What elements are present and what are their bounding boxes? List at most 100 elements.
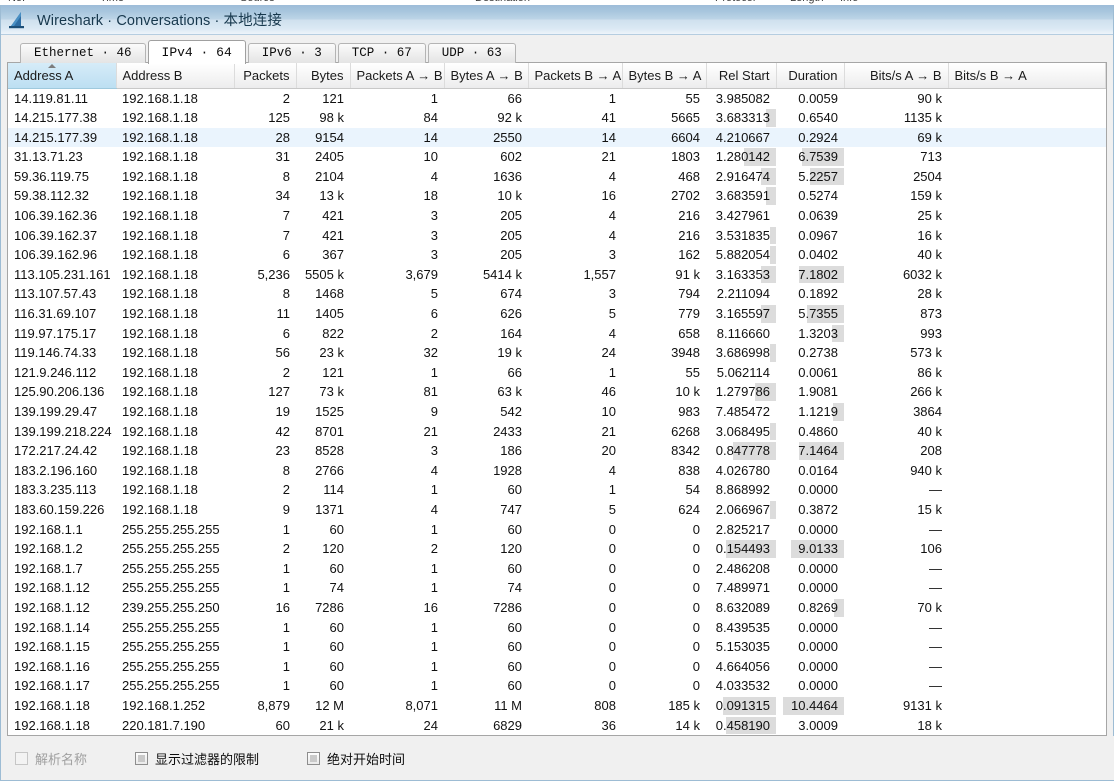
table-row[interactable]: 106.39.162.96192.168.1.186367320531625.8…: [8, 245, 1106, 265]
column-header-rel-start[interactable]: Rel Start: [706, 63, 776, 88]
table-row[interactable]: 192.168.1.12255.255.255.255174174007.489…: [8, 578, 1106, 598]
table-row[interactable]: 192.168.1.15255.255.255.255160160005.153…: [8, 637, 1106, 657]
column-header-bits-s-a-b[interactable]: Bits/s A → B: [844, 63, 948, 88]
conversations-table-container[interactable]: Address A Address B Packets Bytes Packet…: [7, 62, 1107, 736]
checkbox-limit-to-display-filter[interactable]: 显示过滤器的限制: [135, 749, 259, 768]
cell-rel-value: 4.033532: [716, 678, 770, 693]
table-row[interactable]: 192.168.1.17255.255.255.255160160004.033…: [8, 676, 1106, 696]
cell-bpsba: [948, 657, 1106, 677]
tab-ipv4[interactable]: IPv4 · 64: [148, 40, 246, 64]
table-row[interactable]: 121.9.246.112192.168.1.1821211661555.062…: [8, 363, 1106, 383]
column-header-duration[interactable]: Duration: [776, 63, 844, 88]
table-row[interactable]: 119.146.74.33192.168.1.185623 k3219 k243…: [8, 343, 1106, 363]
table-row[interactable]: 14.215.177.39192.168.1.18289154142550146…: [8, 128, 1106, 148]
table-row[interactable]: 192.168.1.18192.168.1.2528,87912 M8,0711…: [8, 696, 1106, 716]
column-header-bytes-a-b[interactable]: Bytes A → B: [444, 63, 528, 88]
dialog-title-bar: Wireshark · Conversations · 本地连接: [1, 5, 1113, 35]
table-row[interactable]: 14.215.177.38192.168.1.1812598 k8492 k41…: [8, 108, 1106, 128]
cell-pab: 2: [350, 539, 444, 559]
cell-pab: 24: [350, 716, 444, 736]
table-row[interactable]: 192.168.1.7255.255.255.255160160002.4862…: [8, 559, 1106, 579]
cell-bpsab: 208: [844, 441, 948, 461]
cell-packets: 42: [234, 422, 296, 442]
table-row[interactable]: 139.199.29.47192.168.1.18191525954210983…: [8, 402, 1106, 422]
cell-bba: 2702: [622, 186, 706, 206]
cell-pba: 808: [528, 696, 622, 716]
tab-ethernet[interactable]: Ethernet · 46: [20, 43, 146, 63]
tab-tcp[interactable]: TCP · 67: [338, 43, 426, 63]
table-row[interactable]: 183.3.235.113192.168.1.1821141601548.868…: [8, 480, 1106, 500]
table-row[interactable]: 59.38.112.32192.168.1.183413 k1810 k1627…: [8, 186, 1106, 206]
table-row[interactable]: 192.168.1.12239.255.255.2501672861672860…: [8, 598, 1106, 618]
cell-dur: 3.0009: [776, 716, 844, 736]
cell-rel: 7.489971: [706, 578, 776, 598]
table-row[interactable]: 14.119.81.11192.168.1.1821211661553.9850…: [8, 88, 1106, 108]
checkbox-resolve-names[interactable]: 解析名称: [15, 749, 87, 768]
cell-pab: 3: [350, 226, 444, 246]
cell-bpsab: 9131 k: [844, 696, 948, 716]
table-row[interactable]: 192.168.1.18220.181.7.1906021 k246829361…: [8, 716, 1106, 736]
cell-packets: 5,236: [234, 265, 296, 285]
column-header-packets-a-b[interactable]: Packets A → B: [350, 63, 444, 88]
tab-udp[interactable]: UDP · 63: [428, 43, 516, 63]
cell-a: 106.39.162.36: [8, 206, 116, 226]
table-row[interactable]: 113.107.57.43192.168.1.1881468567437942.…: [8, 284, 1106, 304]
cell-rel: 3.068495: [706, 422, 776, 442]
cell-bpsab: 69 k: [844, 128, 948, 148]
table-row[interactable]: 113.105.231.161192.168.1.185,2365505 k3,…: [8, 265, 1106, 285]
table-row[interactable]: 119.97.175.17192.168.1.186822216446588.1…: [8, 324, 1106, 344]
cell-bytes: 121: [296, 88, 350, 108]
cell-bpsab: 993: [844, 324, 948, 344]
cell-bba: 468: [622, 167, 706, 187]
column-header-packets[interactable]: Packets: [234, 63, 296, 88]
cell-bba: 1803: [622, 147, 706, 167]
table-row[interactable]: 192.168.1.14255.255.255.255160160008.439…: [8, 618, 1106, 638]
cell-bpsba: [948, 637, 1106, 657]
cell-bab: 60: [444, 637, 528, 657]
cell-dur-value: 0.0000: [798, 659, 838, 674]
checkbox-limit-to-display-filter-box[interactable]: [135, 752, 148, 765]
table-row[interactable]: 125.90.206.136192.168.1.1812773 k8163 k4…: [8, 382, 1106, 402]
cell-dur: 0.0000: [776, 578, 844, 598]
cell-rel-value: 7.485472: [716, 404, 770, 419]
cell-pab: 4: [350, 461, 444, 481]
table-row[interactable]: 31.13.71.23192.168.1.1831240510602211803…: [8, 147, 1106, 167]
column-header-address-a[interactable]: Address A: [8, 63, 116, 88]
checkbox-resolve-names-box[interactable]: [15, 752, 28, 765]
table-row[interactable]: 183.2.196.160192.168.1.18827664192848384…: [8, 461, 1106, 481]
cell-pab: 81: [350, 382, 444, 402]
table-row[interactable]: 106.39.162.36192.168.1.187421320542163.4…: [8, 206, 1106, 226]
cell-bytes: 60: [296, 618, 350, 638]
table-row[interactable]: 183.60.159.226192.168.1.1891371474756242…: [8, 500, 1106, 520]
table-row[interactable]: 106.39.162.37192.168.1.187421320542163.5…: [8, 226, 1106, 246]
tab-ipv6[interactable]: IPv6 · 3: [248, 43, 336, 63]
checkbox-absolute-start-time-box[interactable]: [307, 752, 320, 765]
table-row[interactable]: 192.168.1.1255.255.255.255160160002.8252…: [8, 520, 1106, 540]
cell-dur: 0.0639: [776, 206, 844, 226]
table-row[interactable]: 172.217.24.42192.168.1.18238528318620834…: [8, 441, 1106, 461]
table-row[interactable]: 59.36.119.75192.168.1.18821044163644682.…: [8, 167, 1106, 187]
cell-rel-value: 5.882054: [716, 247, 770, 262]
column-header-address-b[interactable]: Address B: [116, 63, 234, 88]
table-row[interactable]: 192.168.1.2255.255.255.25521202120000.15…: [8, 539, 1106, 559]
cell-bba: 6604: [622, 128, 706, 148]
table-row[interactable]: 139.199.218.224192.168.1.184287012124332…: [8, 422, 1106, 442]
cell-bytes: 421: [296, 226, 350, 246]
table-row[interactable]: 116.31.69.107192.168.1.18111405662657793…: [8, 304, 1106, 324]
cell-bytes: 60: [296, 637, 350, 657]
column-header-packets-b-a[interactable]: Packets B → A: [528, 63, 622, 88]
column-header-bytes-b-a[interactable]: Bytes B → A: [622, 63, 706, 88]
checkbox-absolute-start-time[interactable]: 绝对开始时间: [307, 749, 405, 768]
column-header-bits-s-b-a[interactable]: Bits/s B → A: [948, 63, 1106, 88]
cell-dur-value: 0.0000: [798, 620, 838, 635]
cell-bab: 7286: [444, 598, 528, 618]
cell-bab: 6829: [444, 716, 528, 736]
table-row[interactable]: 192.168.1.16255.255.255.255160160004.664…: [8, 657, 1106, 677]
column-header-bytes[interactable]: Bytes: [296, 63, 350, 88]
cell-dur: 0.0000: [776, 657, 844, 677]
cell-bab: 674: [444, 284, 528, 304]
cell-a: 192.168.1.18: [8, 716, 116, 736]
cell-pab: 3: [350, 206, 444, 226]
cell-a: 192.168.1.17: [8, 676, 116, 696]
cell-dur: 0.0000: [776, 480, 844, 500]
